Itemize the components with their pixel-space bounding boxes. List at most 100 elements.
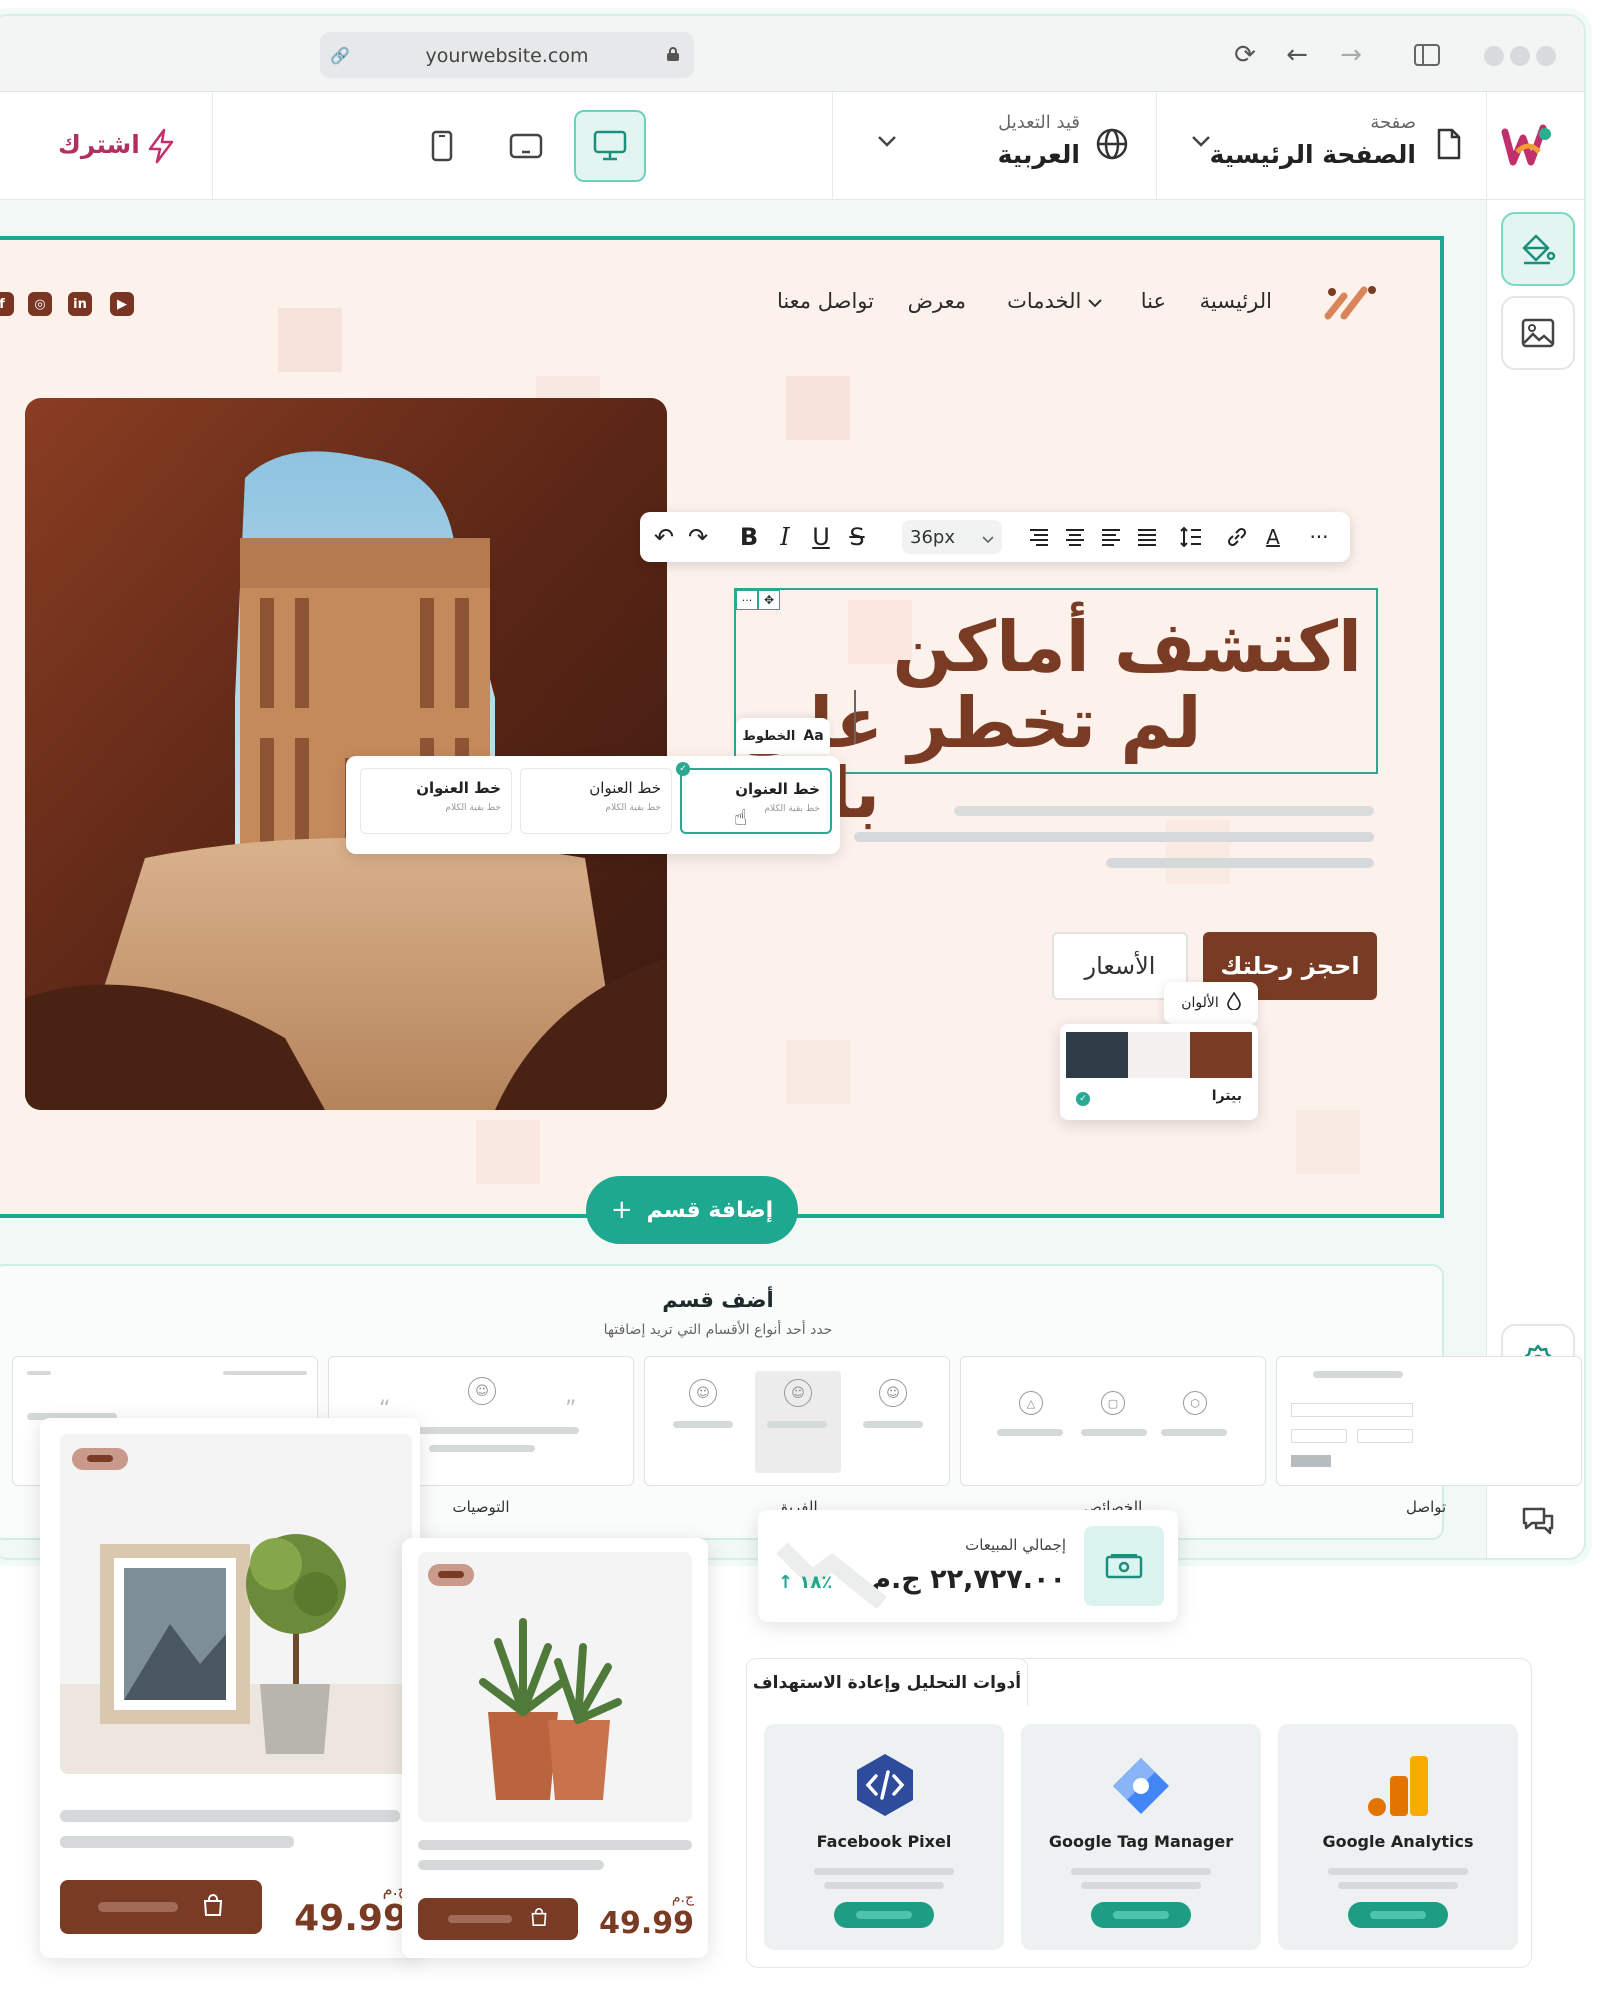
analytics-tab[interactable]: أدوات التحليل وإعادة الاستهداف [746,1658,1028,1706]
facebook-icon[interactable]: f [0,292,14,316]
strikethrough-icon[interactable]: S [844,512,870,562]
reload-icon[interactable]: ⟳ [1230,40,1260,70]
pointer-cursor-icon: ☝ [734,806,748,831]
sidebar-toggle-icon[interactable] [1412,42,1442,68]
chevron-down-icon [1190,130,1212,152]
globe-icon [1094,126,1130,162]
nav-services-label: الخدمات [1007,289,1082,313]
page-selector[interactable]: صفحة الصفحة الرئيسية [1164,102,1474,190]
desktop-view-button[interactable] [574,110,646,182]
italic-icon[interactable]: I [772,512,798,562]
google-tag-manager-icon [1109,1754,1173,1818]
tool-card-facebook-pixel[interactable]: Facebook Pixel [764,1724,1004,1950]
nav-gallery[interactable]: معرض [908,289,966,313]
font-option-title: خط العنوان [735,780,820,798]
bold-icon[interactable]: B [736,512,762,562]
address-bar[interactable]: 🔗 yourwebsite.com [320,32,694,78]
font-picker-panel: خط العنوان خط بقية الكلام ✓ ☝ خط العنوان… [346,756,840,854]
button-placeholder [98,1902,178,1912]
font-option-2[interactable]: خط العنوان خط بقية الكلام [520,768,672,834]
preview-line [1161,1429,1227,1436]
tool-connect-button[interactable] [1091,1902,1191,1928]
add-section-button[interactable]: + إضافة قسم [586,1176,798,1244]
font-option-3[interactable]: خط العنوان خط بقية الكلام [360,768,512,834]
font-option-1[interactable]: خط العنوان خط بقية الكلام ✓ ☝ [676,762,832,834]
instagram-icon[interactable]: ◎ [28,292,52,316]
tool-connect-button[interactable] [1348,1902,1448,1928]
align-right-icon[interactable] [1024,512,1054,562]
linkedin-icon[interactable]: in [68,292,92,316]
avatar-icon: ☺ [689,1379,717,1407]
font-size-select[interactable]: 36px [902,520,1002,554]
link-icon[interactable] [1222,512,1252,562]
move-icon[interactable]: ✥ [758,590,780,610]
colors-tab[interactable]: الألوان [1164,982,1258,1024]
section-type-team[interactable]: ☺ ☺ ☺ [644,1356,950,1486]
avatar-icon: ☺ [784,1379,812,1407]
nav-home[interactable]: الرئيسية [1200,289,1272,313]
mobile-view-button[interactable] [406,110,478,182]
section-type-features[interactable]: △ ▢ ⬡ [960,1356,1266,1486]
block-options-icon[interactable]: ··· [736,590,758,610]
preview-field [1357,1429,1413,1443]
hero-heading[interactable]: اكتشف أماكن لم تخطر على بالك ··· ✥ [734,588,1378,828]
sales-change-value: ١٨٪ [799,1572,833,1593]
tool-card-google-analytics[interactable]: Google Analytics [1278,1724,1518,1950]
bg-square [1166,820,1230,884]
add-section-label: إضافة قسم [646,1197,774,1223]
tablet-view-button[interactable] [490,110,562,182]
window-dot [1536,46,1556,66]
add-to-cart-button[interactable] [60,1880,262,1934]
text-placeholder [1106,858,1374,868]
color-palette-panel[interactable]: ✓ بيترا [1060,1024,1258,1120]
section-type-contact[interactable] [1276,1356,1582,1486]
back-icon[interactable]: ← [1282,40,1312,70]
hero-image[interactable] [25,398,667,1110]
subscribe-button[interactable]: اشترك [58,122,198,170]
preview-line [1081,1429,1147,1436]
more-icon[interactable]: ··· [1304,512,1334,562]
text-color-icon[interactable]: A [1258,512,1288,562]
align-left-icon[interactable] [1096,512,1126,562]
forward-icon[interactable]: → [1336,40,1366,70]
nav-about[interactable]: عنا [1141,289,1166,313]
preview-line [223,1371,307,1375]
nav-contact[interactable]: تواصل معنا [777,289,874,313]
theme-paint-button[interactable] [1501,212,1575,286]
product-badge [72,1448,128,1470]
palette-name: بيترا [1211,1088,1242,1104]
underline-icon[interactable]: U [808,512,834,562]
bag-icon [202,1893,224,1921]
undo-icon[interactable]: ↶ [650,512,678,562]
price-value: 49.99 [294,1898,408,1939]
language-selector[interactable]: قيد التعديل العربية [840,102,1146,190]
tool-card-google-tag-manager[interactable]: Google Tag Manager [1021,1724,1261,1950]
product-card[interactable]: ج.م 49.99 [40,1418,420,1958]
tool-connect-button[interactable] [834,1902,934,1928]
editor-canvas: الرئيسية عنا الخدمات معرض تواصل معنا ▶ i… [0,200,1582,1558]
product-price: ج.م 49.99 [278,1880,408,1944]
line-height-icon[interactable] [1176,512,1206,562]
lightning-icon [144,126,178,166]
url-text: yourwebsite.com [425,45,589,67]
chooser-title: أضف قسم [662,1288,774,1312]
product-card[interactable]: ج.م 49.99 [402,1538,708,1958]
subscribe-label: اشترك [58,130,140,159]
add-to-cart-button[interactable] [418,1898,578,1940]
sales-value: ٢٢,٧٢٧.٠٠ ج.م [871,1564,1066,1595]
align-justify-icon[interactable] [1132,512,1162,562]
nav-services[interactable]: الخدمات [1007,289,1110,313]
font-icon: Aa [803,728,824,744]
browser-window: 🔗 yourwebsite.com ⟳ ← → صفحة الصفحة الرئ… [0,14,1586,1560]
align-center-icon[interactable] [1060,512,1090,562]
preview-button [1291,1455,1331,1467]
fonts-tab[interactable]: الخطوط Aa [736,718,830,754]
code-icon [854,1752,916,1818]
media-button[interactable] [1501,296,1575,370]
product-image [60,1434,412,1774]
youtube-icon[interactable]: ▶ [110,292,134,316]
divider [1486,92,1487,200]
redo-icon[interactable]: ↷ [684,512,712,562]
sales-change: ↑ ١٨٪ [778,1572,832,1593]
hero-section[interactable]: الرئيسية عنا الخدمات معرض تواصل معنا ▶ i… [0,236,1444,1218]
